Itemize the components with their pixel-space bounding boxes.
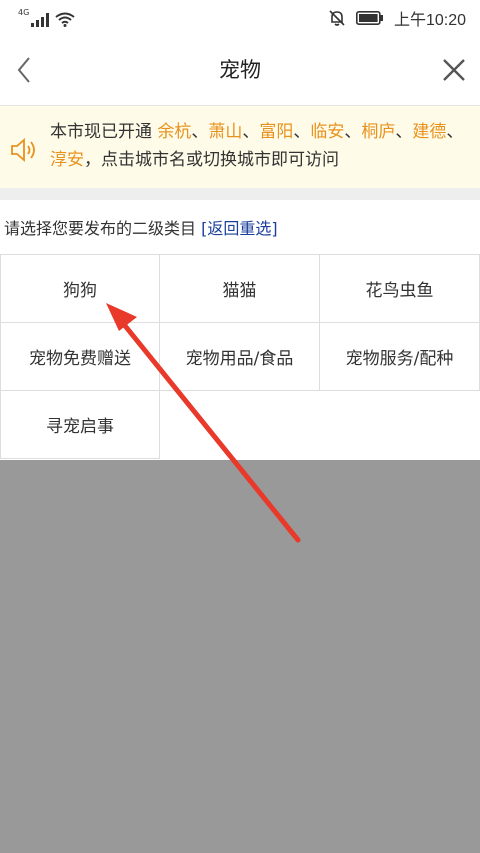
battery-icon [355, 11, 383, 25]
page-title: 宠物 [219, 58, 261, 82]
status-right: 上午10:20 [328, 6, 466, 30]
city-link-linan[interactable]: 临安 [310, 122, 344, 142]
category-prompt: 请选择您要发布的二级类目 [返回重选] [0, 200, 480, 254]
network-type: 4G [18, 8, 30, 17]
notice-suffix: ，点击城市名或切换城市即可访问 [84, 150, 339, 170]
category-free-pet-giveaway[interactable]: 宠物免费赠送 [0, 323, 160, 391]
section-divider [0, 188, 480, 200]
city-link-xiaoshan[interactable]: 萧山 [208, 122, 242, 142]
city-link-jiande[interactable]: 建德 [412, 122, 446, 142]
clock: 上午10:20 [393, 12, 466, 29]
prompt-text: 请选择您要发布的二级类目 [4, 219, 202, 238]
status-left: 4G [18, 7, 75, 27]
wifi-icon [55, 12, 75, 27]
category-lost-pet-notice[interactable]: 寻宠启事 [0, 391, 160, 459]
status-bar: 4G 上午10:20 [0, 0, 480, 34]
city-link-fuyang[interactable]: 富阳 [259, 122, 293, 142]
category-pet-supplies-food[interactable]: 宠物用品/食品 [160, 323, 320, 391]
signal-icon [31, 13, 50, 27]
category-dogs[interactable]: 狗狗 [0, 255, 160, 323]
category-cats[interactable]: 猫猫 [160, 255, 320, 323]
mute-bell-icon [329, 10, 345, 26]
category-flowers-birds-insects-fish[interactable]: 花鸟虫鱼 [320, 255, 480, 323]
speaker-icon [11, 138, 35, 162]
nav-bar: 宠物 [0, 34, 480, 106]
close-icon[interactable] [438, 52, 470, 88]
city-link-yuhang[interactable]: 余杭 [157, 122, 191, 142]
category-grid: 狗狗 猫猫 花鸟虫鱼 宠物免费赠送 宠物用品/食品 宠物服务/配种 寻宠启事 [0, 254, 480, 460]
category-pet-services-breeding[interactable]: 宠物服务/配种 [320, 323, 480, 391]
notice-text: 本市现已开通 余杭、萧山、富阳、临安、桐庐、建德、淳安，点击城市名或切换城市即可… [50, 122, 464, 170]
reselect-link[interactable]: [返回重选] [201, 219, 278, 238]
notice-prefix: 本市现已开通 [50, 122, 158, 142]
city-notice: 本市现已开通 余杭、萧山、富阳、临安、桐庐、建德、淳安，点击城市名或切换城市即可… [0, 106, 480, 188]
city-link-tonglu[interactable]: 桐庐 [361, 122, 395, 142]
city-link-chunan[interactable]: 淳安 [50, 150, 84, 170]
